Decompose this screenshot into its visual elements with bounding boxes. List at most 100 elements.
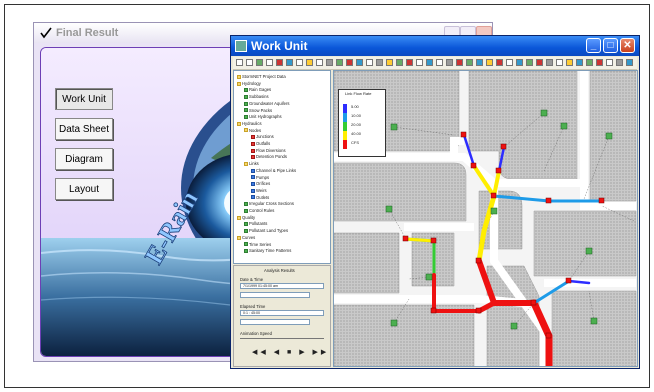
toolbar-button[interactable] (236, 59, 243, 66)
tree-item[interactable]: Subbasins (244, 94, 269, 99)
tree-item[interactable]: Junctions (251, 134, 274, 139)
project-tree[interactable]: StormNET Project Data Hydrology Rain Gages… (233, 70, 331, 264)
tree-item[interactable]: Hydrology (237, 81, 261, 86)
toolbar-button[interactable] (516, 59, 523, 66)
date-time-field[interactable]: 7/1/1999 01:45:00 am (240, 283, 324, 289)
toolbar-button[interactable] (256, 59, 263, 66)
toolbar-button[interactable] (616, 59, 623, 66)
toolbar-button[interactable] (476, 59, 483, 66)
tree-item[interactable]: Hydraulics (237, 121, 262, 126)
toolbar-button[interactable] (446, 59, 453, 66)
date-time-label: Date & Time (240, 277, 264, 282)
toolbar-button[interactable] (456, 59, 463, 66)
toolbar-button[interactable] (306, 59, 313, 66)
toolbar-button[interactable] (546, 59, 553, 66)
tree-item-label: Pollutants (249, 221, 268, 227)
toolbar-button[interactable] (506, 59, 513, 66)
toolbar-button[interactable] (576, 59, 583, 66)
time-slider[interactable] (240, 292, 310, 298)
window-title: Work Unit (251, 39, 308, 53)
tree-item[interactable]: Snow Packs (244, 108, 272, 113)
toolbar-button[interactable] (586, 59, 593, 66)
tree-item[interactable]: Groundwater Aquifers (244, 101, 290, 106)
close-button[interactable]: ✕ (620, 38, 635, 53)
tree-item-label: Junctions (256, 134, 274, 140)
toolbar-button[interactable] (606, 59, 613, 66)
toolbar-button[interactable] (596, 59, 603, 66)
tree-item[interactable]: Pumps (251, 175, 269, 180)
playback-controls[interactable]: ◀◀ ◀ ■ ▶ ▶▶ (252, 348, 329, 356)
tree-item[interactable]: Outlets (251, 195, 269, 200)
tree-item-label: Weirs (256, 187, 267, 193)
toolbar-button[interactable] (296, 59, 303, 66)
tree-item[interactable]: Time Series (244, 242, 271, 247)
data-sheet-button[interactable]: Data Sheet (55, 118, 113, 140)
toolbar-button[interactable] (316, 59, 323, 66)
toolbar-button[interactable] (566, 59, 573, 66)
object-icon (244, 222, 248, 227)
speed-slider[interactable] (240, 338, 324, 343)
work-unit-titlebar[interactable]: Work Unit (231, 36, 639, 56)
toolbar-button[interactable] (336, 59, 343, 66)
tree-item[interactable]: Curves (237, 235, 255, 240)
toolbar-button[interactable] (526, 59, 533, 66)
toolbar-button[interactable] (396, 59, 403, 66)
tree-item[interactable]: Control Rules (244, 208, 274, 213)
elapsed-time-field[interactable]: 0:1 : 45:00 (240, 310, 324, 316)
toolbar-button[interactable] (406, 59, 413, 66)
object-icon (251, 195, 255, 200)
tree-item[interactable]: Nodes (244, 128, 261, 133)
tree-item[interactable]: Orifices (251, 181, 270, 186)
toolbar-button[interactable] (536, 59, 543, 66)
toolbar-button[interactable] (486, 59, 493, 66)
toolbar-button[interactable] (376, 59, 383, 66)
toolbar-button[interactable] (416, 59, 423, 66)
work-unit-button[interactable]: Work Unit (55, 88, 113, 110)
minimize-button[interactable]: _ (586, 38, 601, 53)
toolbar-button[interactable] (626, 59, 633, 66)
layout-button[interactable]: Layout (55, 178, 113, 200)
toolbar-button[interactable] (346, 59, 353, 66)
tree-item[interactable]: Channel & Pipe Links (251, 168, 296, 173)
tree-item-label: Irregular Cross Sections (249, 201, 294, 207)
network-map[interactable]: Link Flow Rate 5.00 10.00 20.00 40.00 CFS (333, 70, 638, 367)
tree-item[interactable]: StormNET Project Data (237, 74, 286, 79)
tree-item[interactable]: Pollutants (244, 221, 267, 226)
tree-item-label: Snow Packs (249, 107, 273, 113)
toolbar-button[interactable] (266, 59, 273, 66)
analysis-results-panel: Analysis Results Date & Time 7/1/1999 01… (233, 265, 331, 367)
toolbar-button[interactable] (436, 59, 443, 66)
folder-icon (244, 128, 248, 133)
toolbar-button[interactable] (426, 59, 433, 66)
tree-item[interactable]: Detention Ponds (251, 154, 287, 159)
tree-item[interactable]: Outfalls (251, 141, 270, 146)
toolbar-button[interactable] (326, 59, 333, 66)
tree-item[interactable]: Flow Diversions (251, 148, 286, 153)
tree-item[interactable]: Links (244, 161, 259, 166)
toolbar-button[interactable] (386, 59, 393, 66)
tree-item[interactable]: Rain Gages (244, 87, 271, 92)
folder-icon (237, 215, 241, 220)
tree-item[interactable]: Pollutant Land Types (244, 228, 288, 233)
tree-item[interactable]: Irregular Cross Sections (244, 201, 294, 206)
legend-label: 10.00 (351, 113, 362, 118)
tree-item[interactable]: Weirs (251, 188, 267, 193)
toolbar-button[interactable] (356, 59, 363, 66)
toolbar-button[interactable] (496, 59, 503, 66)
toolbar-button[interactable] (246, 59, 253, 66)
tree-item[interactable]: Quality (237, 215, 255, 220)
toolbar-button[interactable] (466, 59, 473, 66)
tree-item[interactable]: Sanitary Time Patterns (244, 248, 291, 253)
tree-item-label: Outfalls (256, 141, 271, 146)
tree-item[interactable]: Unit Hydrographs (244, 114, 282, 119)
tree-item-label: Quality (242, 214, 256, 220)
tree-item-label: Pollutant Land Types (249, 228, 289, 234)
diagram-button[interactable]: Diagram (55, 148, 113, 170)
toolbar-button[interactable] (276, 59, 283, 66)
maximize-button[interactable]: □ (603, 38, 618, 53)
toolbar-button[interactable] (286, 59, 293, 66)
toolbar-button[interactable] (366, 59, 373, 66)
elapsed-slider[interactable] (240, 319, 310, 325)
toolbar-button[interactable] (556, 59, 563, 66)
flow-legend: Link Flow Rate 5.00 10.00 20.00 40.00 CFS (338, 89, 386, 157)
